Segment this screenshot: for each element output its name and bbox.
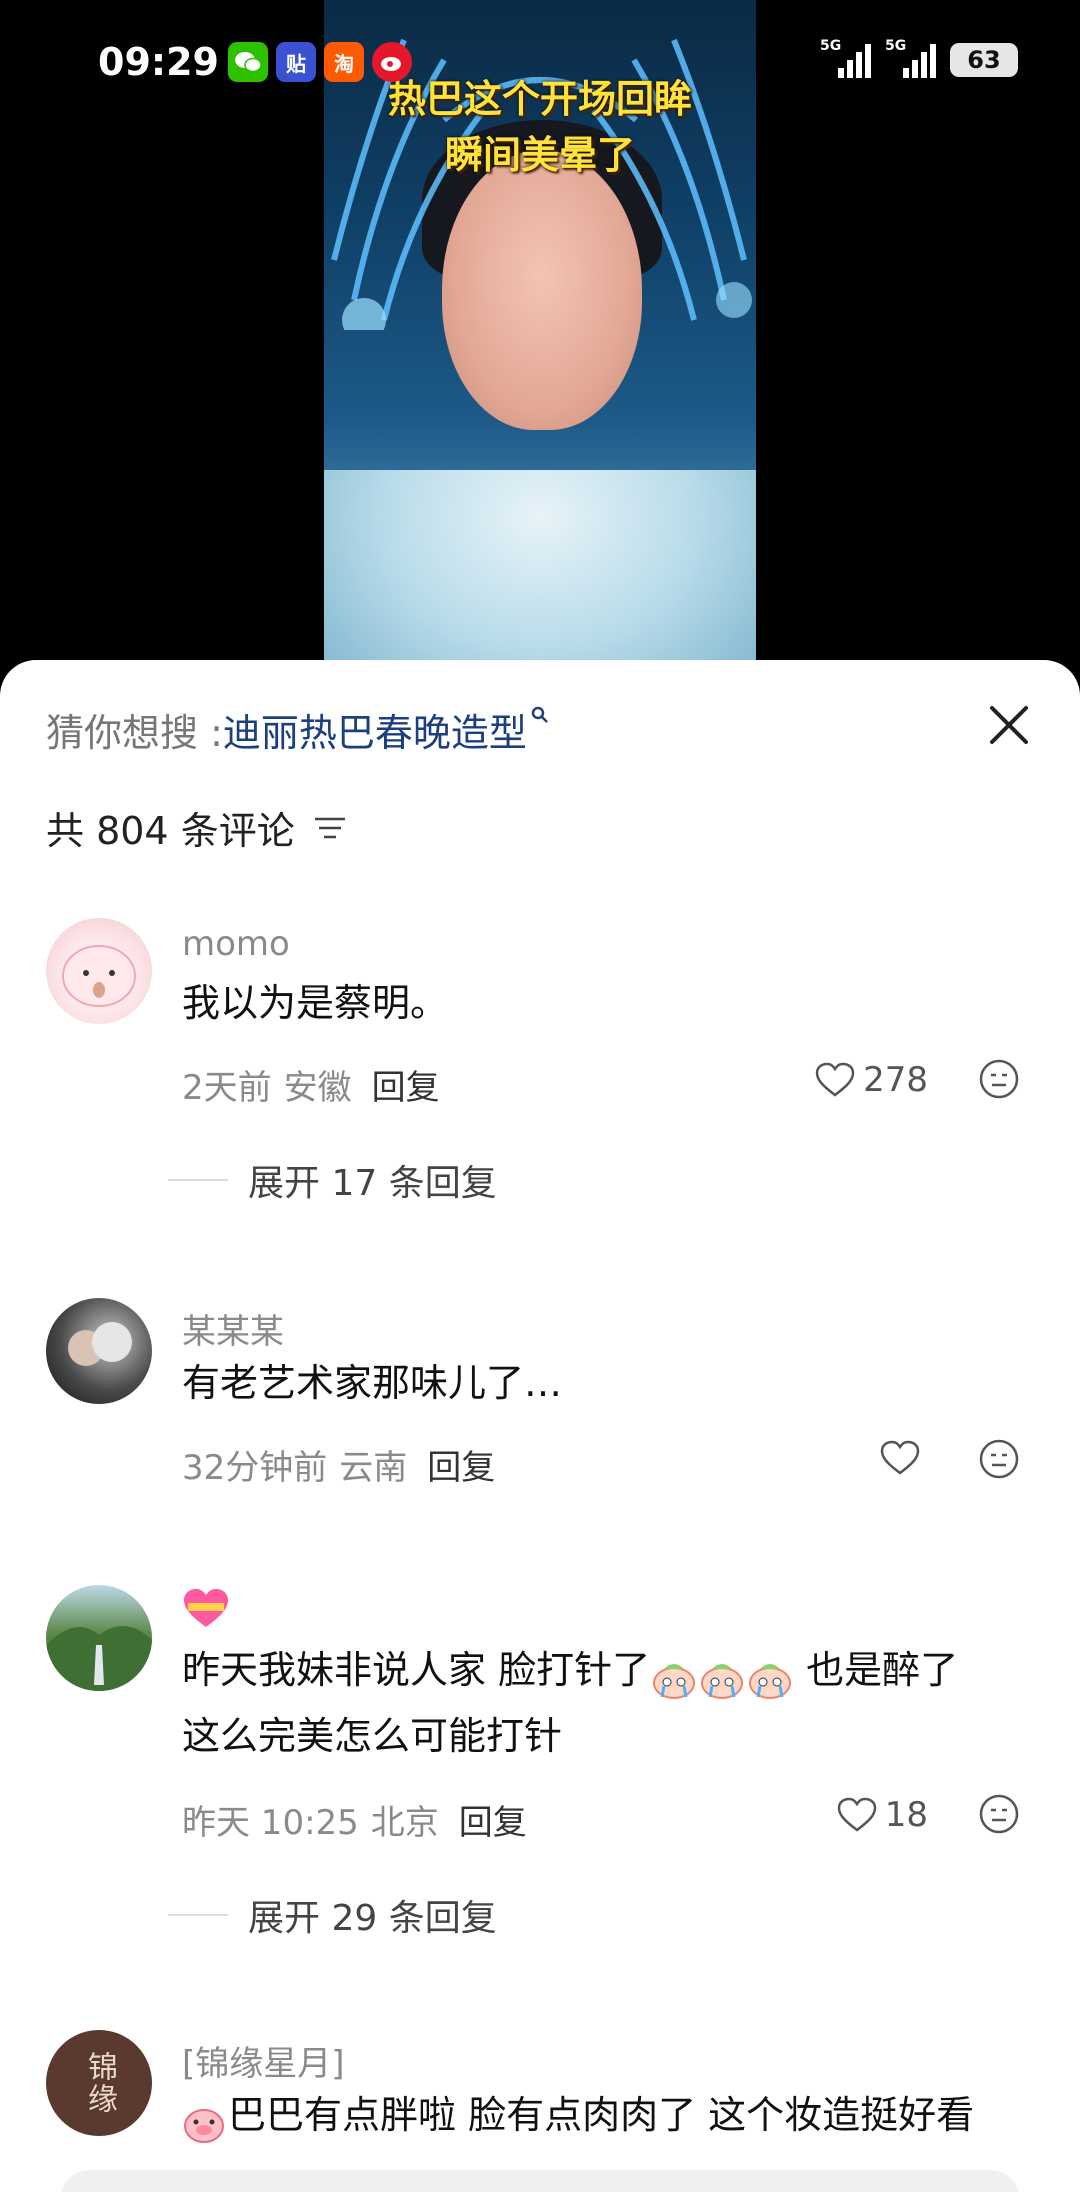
suggestion-keyword[interactable]: 迪丽热巴春晚造型 bbox=[223, 702, 527, 757]
avatar[interactable] bbox=[46, 1585, 152, 1691]
signal-icon-2: 5G bbox=[885, 38, 936, 78]
like-button[interactable] bbox=[880, 1440, 928, 1476]
status-bar: 09:29 贴 淘 5G 5G 63 bbox=[0, 0, 1080, 130]
reply-button[interactable]: 回复 bbox=[427, 1440, 495, 1489]
battery-indicator: 63 bbox=[950, 43, 1018, 77]
comment-time: 32分钟前 bbox=[182, 1448, 328, 1488]
video-caption-line2: 瞬间美晕了 bbox=[444, 133, 635, 177]
screen: 热巴这个开场回眸 瞬间美晕了 09:29 贴 淘 5G 5G 63 猜你想搜:… bbox=[0, 0, 1080, 2192]
crying-sticker-icon bbox=[748, 1653, 792, 1699]
crying-sticker-icon bbox=[652, 1653, 696, 1699]
search-suggestion[interactable]: 猜你想搜 : 迪丽热巴春晚造型 bbox=[46, 702, 549, 757]
sort-icon[interactable] bbox=[313, 814, 347, 842]
comment-meta: 昨天 10:25 北京 回复 bbox=[182, 1795, 527, 1844]
heart-icon bbox=[837, 1797, 876, 1832]
suggestion-prefix: 猜你想搜 : bbox=[46, 711, 223, 755]
avatar[interactable] bbox=[46, 918, 152, 1024]
close-icon[interactable] bbox=[986, 702, 1032, 748]
signal-icon-1: 5G bbox=[820, 38, 871, 78]
comment-location: 北京 bbox=[370, 1803, 439, 1843]
emoji-reaction-icon[interactable] bbox=[978, 1058, 1020, 1100]
wechat-icon bbox=[228, 42, 268, 82]
comment-time: 昨天 10:25 bbox=[182, 1803, 359, 1843]
expand-replies[interactable]: 展开 17 条回复 bbox=[168, 1154, 497, 1206]
comment-text[interactable]: 有老艺术家那味儿了… bbox=[182, 1350, 1034, 1416]
avatar[interactable]: 锦缘 bbox=[46, 2030, 152, 2136]
comment-count: 共 804 条评论 bbox=[46, 809, 295, 853]
crying-sticker-icon bbox=[700, 1653, 744, 1699]
reply-button[interactable]: 回复 bbox=[459, 1795, 527, 1844]
search-icon bbox=[531, 705, 549, 730]
pig-sticker-icon bbox=[182, 2098, 226, 2143]
emoji-reaction-icon[interactable] bbox=[978, 1438, 1020, 1480]
status-time: 09:29 bbox=[98, 40, 219, 84]
like-count: 278 bbox=[863, 1060, 928, 1100]
expand-replies-label: 展开 29 条回复 bbox=[248, 1898, 497, 1939]
like-button[interactable]: 278 bbox=[815, 1060, 928, 1100]
like-count: 18 bbox=[884, 1795, 928, 1835]
comment-text[interactable]: 我以为是蔡明。 bbox=[182, 970, 1034, 1036]
avatar-text: 锦缘 bbox=[82, 2051, 117, 2115]
like-button[interactable]: 18 bbox=[837, 1795, 928, 1835]
comment-text[interactable]: 昨天我妹非说人家 脸打针了 也是醉了 这么完美怎么可能打针 bbox=[182, 1637, 1034, 1769]
heart-ribbon-icon bbox=[184, 1589, 228, 1627]
comment-input-bar[interactable] bbox=[60, 2170, 1020, 2192]
expand-replies-label: 展开 17 条回复 bbox=[248, 1163, 497, 1204]
comment-count-header: 共 804 条评论 bbox=[46, 800, 347, 855]
avatar[interactable] bbox=[46, 1298, 152, 1404]
comment-sheet: 猜你想搜 : 迪丽热巴春晚造型 共 804 条评论 momo 我以为是蔡明。 2… bbox=[0, 660, 1080, 2192]
comment-text[interactable]: 巴巴有点胖啦 脸有点肉肉了 这个妆造挺好看 bbox=[182, 2082, 1034, 2148]
expand-replies[interactable]: 展开 29 条回复 bbox=[168, 1889, 497, 1941]
comment-location: 安徽 bbox=[283, 1068, 352, 1108]
comment-meta: 32分钟前 云南 回复 bbox=[182, 1440, 495, 1489]
comment-meta: 2天前 安徽 回复 bbox=[182, 1060, 440, 1109]
taobao-icon: 淘 bbox=[324, 42, 364, 82]
commenter-name[interactable]: momo bbox=[182, 924, 290, 964]
emoji-reaction-icon[interactable] bbox=[978, 1793, 1020, 1835]
heart-icon bbox=[880, 1440, 920, 1475]
comment-location: 云南 bbox=[339, 1448, 408, 1488]
status-app-icons: 贴 淘 bbox=[228, 42, 412, 82]
heart-icon bbox=[815, 1062, 855, 1097]
tieba-icon: 贴 bbox=[276, 42, 316, 82]
commenter-name[interactable]: 某某某 bbox=[182, 1304, 284, 1353]
weibo-icon bbox=[372, 42, 412, 82]
reply-button[interactable]: 回复 bbox=[372, 1060, 440, 1109]
comment-time: 2天前 bbox=[182, 1068, 272, 1108]
commenter-name[interactable]: [锦缘星月] bbox=[182, 2036, 345, 2085]
status-right: 5G 5G 63 bbox=[820, 38, 1018, 78]
